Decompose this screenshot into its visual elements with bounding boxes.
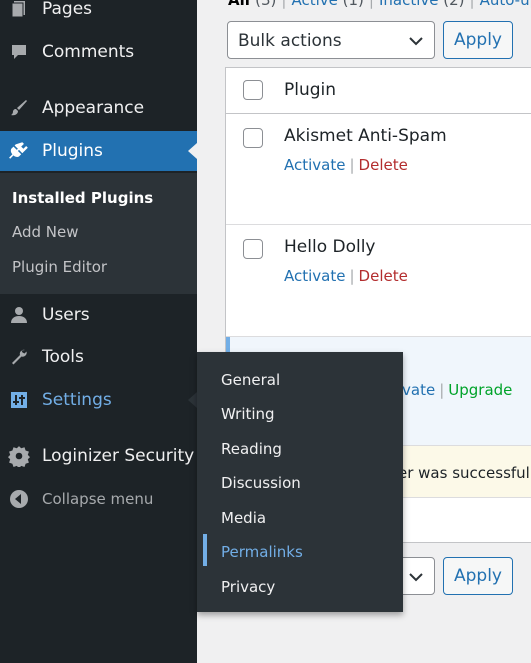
sliders-icon: [8, 389, 30, 411]
filter-inactive[interactable]: Inactive (2): [379, 0, 465, 9]
select-all-checkbox[interactable]: [243, 80, 263, 100]
admin-sidebar: Pages Comments Appearance Plugins Instal…: [0, 0, 197, 663]
plugins-submenu: Installed Plugins Add New Plugin Editor: [0, 173, 197, 294]
chevron-down-icon: [406, 567, 426, 587]
sidebar-item-plugins[interactable]: Plugins: [0, 131, 197, 171]
sidebar-item-settings[interactable]: Settings: [0, 380, 197, 420]
table-header: Plugin: [226, 68, 531, 114]
activate-link[interactable]: Activate: [284, 156, 345, 174]
flyout-item-general[interactable]: General: [221, 371, 280, 389]
plugin-status-filters: All (3)|Active (1)|Inactive (2)|Auto-up: [228, 0, 531, 9]
delete-link[interactable]: Delete: [359, 267, 408, 285]
plugin-icon: [8, 140, 30, 162]
row-checkbox[interactable]: [243, 128, 263, 148]
flyout-item-discussion[interactable]: Discussion: [221, 474, 301, 492]
table-row: Hello Dolly Activate | Delete: [226, 225, 531, 337]
submenu-plugin-editor[interactable]: Plugin Editor: [12, 258, 107, 276]
submenu-add-new[interactable]: Add New: [12, 223, 79, 241]
upgrade-link[interactable]: Upgrade: [448, 381, 512, 399]
sidebar-item-label: Tools: [42, 347, 84, 367]
flyout-item-writing[interactable]: Writing: [221, 405, 275, 423]
comments-icon: [8, 41, 30, 63]
activate-link[interactable]: Activate: [284, 267, 345, 285]
submenu-installed-plugins[interactable]: Installed Plugins: [12, 189, 153, 207]
sidebar-item-label: Plugins: [42, 141, 103, 161]
chevron-down-icon: [406, 31, 426, 51]
users-icon: [8, 304, 30, 326]
sidebar-item-users[interactable]: Users: [0, 295, 197, 335]
filter-autoupdates[interactable]: Auto-up: [480, 0, 531, 9]
sidebar-item-label: Comments: [42, 42, 135, 62]
activate-link[interactable]: vate: [402, 381, 435, 399]
filter-all[interactable]: All (3): [228, 0, 276, 9]
sidebar-item-label: Loginizer Security: [42, 446, 195, 466]
row-checkbox[interactable]: [243, 239, 263, 259]
collapse-menu-button[interactable]: Collapse menu: [0, 484, 197, 516]
wrench-icon: [8, 346, 30, 368]
sidebar-item-appearance[interactable]: Appearance: [0, 88, 197, 128]
flyout-item-permalinks[interactable]: Permalinks: [221, 543, 303, 561]
paintbrush-icon: [8, 97, 30, 119]
gear-icon: [8, 445, 30, 467]
flyout-item-reading[interactable]: Reading: [221, 440, 282, 458]
current-item-indicator: [203, 534, 207, 566]
plugin-name: Hello Dolly: [284, 237, 376, 257]
bulk-actions-select[interactable]: Bulk actions: [227, 21, 435, 59]
filter-active[interactable]: Active (1): [291, 0, 363, 9]
sidebar-item-label: Pages: [42, 0, 93, 19]
table-row: Akismet Anti-Spam Activate | Delete: [226, 114, 531, 225]
settings-flyout-menu: General Writing Reading Discussion Media…: [197, 352, 403, 612]
flyout-item-privacy[interactable]: Privacy: [221, 578, 275, 596]
pages-icon: [8, 0, 30, 20]
sidebar-item-pages[interactable]: Pages: [0, 0, 197, 29]
collapse-menu-label: Collapse menu: [42, 490, 154, 508]
apply-button[interactable]: Apply: [443, 21, 513, 59]
collapse-arrow-icon: [9, 489, 31, 511]
sidebar-item-tools[interactable]: Tools: [0, 337, 197, 377]
sidebar-item-label: Users: [42, 305, 90, 325]
sidebar-item-label: Settings: [42, 390, 112, 410]
apply-button-bottom[interactable]: Apply: [443, 557, 513, 595]
notice-text: er was successfully: [398, 464, 531, 482]
column-plugin-header[interactable]: Plugin: [284, 80, 336, 100]
flyout-item-media[interactable]: Media: [221, 509, 266, 527]
delete-link[interactable]: Delete: [359, 156, 408, 174]
plugin-name: Akismet Anti-Spam: [284, 126, 447, 146]
sidebar-item-comments[interactable]: Comments: [0, 32, 197, 72]
sidebar-item-loginizer-security[interactable]: Loginizer Security: [0, 436, 197, 476]
sidebar-item-label: Appearance: [42, 98, 145, 118]
